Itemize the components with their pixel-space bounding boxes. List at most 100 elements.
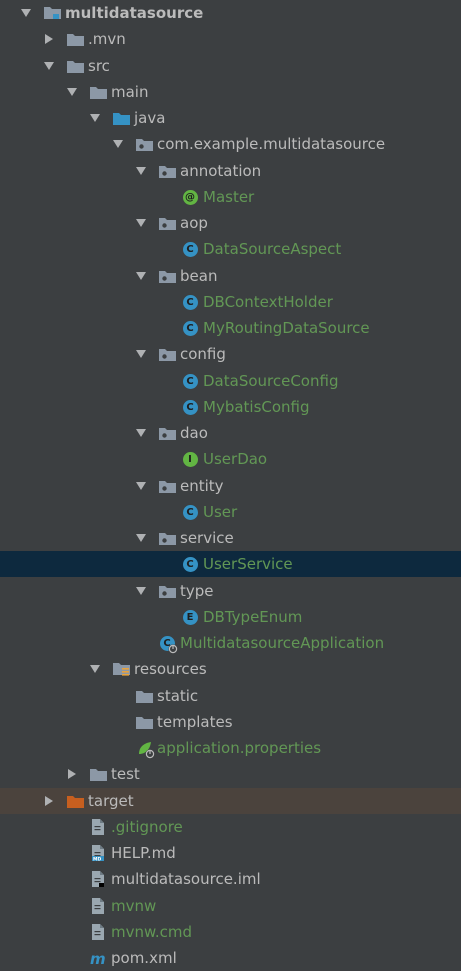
class-icon: C xyxy=(181,373,199,389)
maven-pom-icon: m xyxy=(89,950,107,966)
tree-node[interactable]: dao xyxy=(0,420,461,446)
tree-node[interactable]: mvnw xyxy=(0,893,461,919)
tree-node[interactable]: bean xyxy=(0,263,461,289)
class-icon: C xyxy=(181,399,199,415)
tree-node[interactable]: aop xyxy=(0,210,461,236)
collapse-arrow-icon[interactable] xyxy=(21,8,31,18)
tree-node[interactable]: annotation xyxy=(0,158,461,184)
tree-node[interactable]: multidatasource.iml xyxy=(0,866,461,892)
iml-file-icon xyxy=(89,871,107,887)
tree-node-label: MultidatasourceApplication xyxy=(180,634,385,652)
tree-node[interactable]: C UserService xyxy=(0,551,461,577)
folder-icon xyxy=(135,714,153,730)
tree-node[interactable]: C MyRoutingDataSource xyxy=(0,315,461,341)
tree-node[interactable]: C User xyxy=(0,499,461,525)
collapse-arrow-icon[interactable] xyxy=(136,533,146,543)
tree-node[interactable]: C MybatisConfig xyxy=(0,394,461,420)
class-icon: C xyxy=(181,320,199,336)
collapse-arrow-icon[interactable] xyxy=(90,113,100,123)
tree-node-label: src xyxy=(88,57,110,75)
tree-node[interactable]: test xyxy=(0,761,461,787)
tree-node[interactable]: src xyxy=(0,53,461,79)
tree-node[interactable]: mvnw.cmd xyxy=(0,919,461,945)
tree-node-label: MybatisConfig xyxy=(203,398,310,416)
tree-node[interactable]: C MultidatasourceApplication xyxy=(0,630,461,656)
expand-arrow-icon[interactable] xyxy=(44,796,54,806)
tree-node-label: service xyxy=(180,529,234,547)
tree-node[interactable]: C DataSourceAspect xyxy=(0,236,461,262)
tree-node[interactable]: type xyxy=(0,578,461,604)
tree-node[interactable]: main xyxy=(0,79,461,105)
collapse-arrow-icon[interactable] xyxy=(44,61,54,71)
class-icon: C xyxy=(181,556,199,572)
tree-node[interactable]: C DataSourceConfig xyxy=(0,368,461,394)
tree-node-label: HELP.md xyxy=(111,844,176,862)
interface-icon: I xyxy=(181,451,199,467)
tree-node-label: target xyxy=(88,792,134,810)
tree-node-label: java xyxy=(134,109,166,127)
tree-node-label: DBTypeEnum xyxy=(203,608,303,626)
tree-node[interactable]: config xyxy=(0,341,461,367)
tree-node[interactable]: target xyxy=(0,788,461,814)
tree-node[interactable]: I UserDao xyxy=(0,446,461,472)
package-icon xyxy=(158,478,176,494)
collapse-arrow-icon[interactable] xyxy=(136,218,146,228)
tree-node-label: com.example.multidatasource xyxy=(157,135,386,153)
collapse-arrow-icon[interactable] xyxy=(113,139,123,149)
tree-node-label: resources xyxy=(134,660,207,678)
spring-properties-icon xyxy=(135,740,155,759)
tree-node[interactable]: multidatasource xyxy=(0,0,461,26)
collapse-arrow-icon[interactable] xyxy=(67,87,77,97)
collapse-arrow-icon[interactable] xyxy=(136,166,146,176)
package-icon xyxy=(158,163,176,179)
tree-node[interactable]: entity xyxy=(0,473,461,499)
package-icon xyxy=(158,215,176,231)
tree-node-label: UserDao xyxy=(203,450,268,468)
tree-node-label: config xyxy=(180,345,226,363)
tree-node[interactable]: .mvn xyxy=(0,26,461,52)
markdown-file-icon: MD xyxy=(89,845,107,861)
collapse-arrow-icon[interactable] xyxy=(136,271,146,281)
text-file-icon xyxy=(89,898,107,914)
tree-node[interactable]: resources xyxy=(0,656,461,682)
svg-text:m: m xyxy=(90,951,106,965)
tree-node-label: templates xyxy=(157,713,233,731)
tree-node-label: dao xyxy=(180,424,208,442)
spring-boot-class-icon: C xyxy=(158,635,178,654)
text-file-icon xyxy=(89,924,107,940)
package-icon xyxy=(158,268,176,284)
collapse-arrow-icon[interactable] xyxy=(136,428,146,438)
class-icon: C xyxy=(181,504,199,520)
tree-node-label: .mvn xyxy=(88,30,126,48)
collapse-arrow-icon[interactable] xyxy=(136,586,146,596)
tree-node-label: DataSourceConfig xyxy=(203,372,339,390)
tree-node[interactable]: MD HELP.md xyxy=(0,840,461,866)
package-icon xyxy=(158,346,176,362)
tree-node[interactable]: static xyxy=(0,683,461,709)
collapse-arrow-icon[interactable] xyxy=(136,349,146,359)
package-icon xyxy=(158,425,176,441)
tree-node-label: type xyxy=(180,582,214,600)
expand-arrow-icon[interactable] xyxy=(44,34,54,44)
tree-node-label: UserService xyxy=(203,555,293,573)
collapse-arrow-icon[interactable] xyxy=(90,664,100,674)
tree-node[interactable]: .gitignore xyxy=(0,814,461,840)
folder-icon xyxy=(66,58,84,74)
tree-node-label: main xyxy=(111,83,149,101)
tree-node[interactable]: application.properties xyxy=(0,735,461,761)
folder-icon xyxy=(89,84,107,100)
tree-node[interactable]: E DBTypeEnum xyxy=(0,604,461,630)
tree-node[interactable]: service xyxy=(0,525,461,551)
resources-folder-icon xyxy=(112,661,130,677)
tree-node[interactable]: java xyxy=(0,105,461,131)
expand-arrow-icon[interactable] xyxy=(67,769,77,779)
tree-node[interactable]: templates xyxy=(0,709,461,735)
tree-node-label: mvnw xyxy=(111,897,157,915)
tree-node[interactable]: com.example.multidatasource xyxy=(0,131,461,157)
folder-icon xyxy=(89,766,107,782)
tree-node[interactable]: m pom.xml xyxy=(0,945,461,971)
class-icon: C xyxy=(181,241,199,257)
collapse-arrow-icon[interactable] xyxy=(136,481,146,491)
tree-node[interactable]: C DBContextHolder xyxy=(0,289,461,315)
tree-node[interactable]: @ Master xyxy=(0,184,461,210)
